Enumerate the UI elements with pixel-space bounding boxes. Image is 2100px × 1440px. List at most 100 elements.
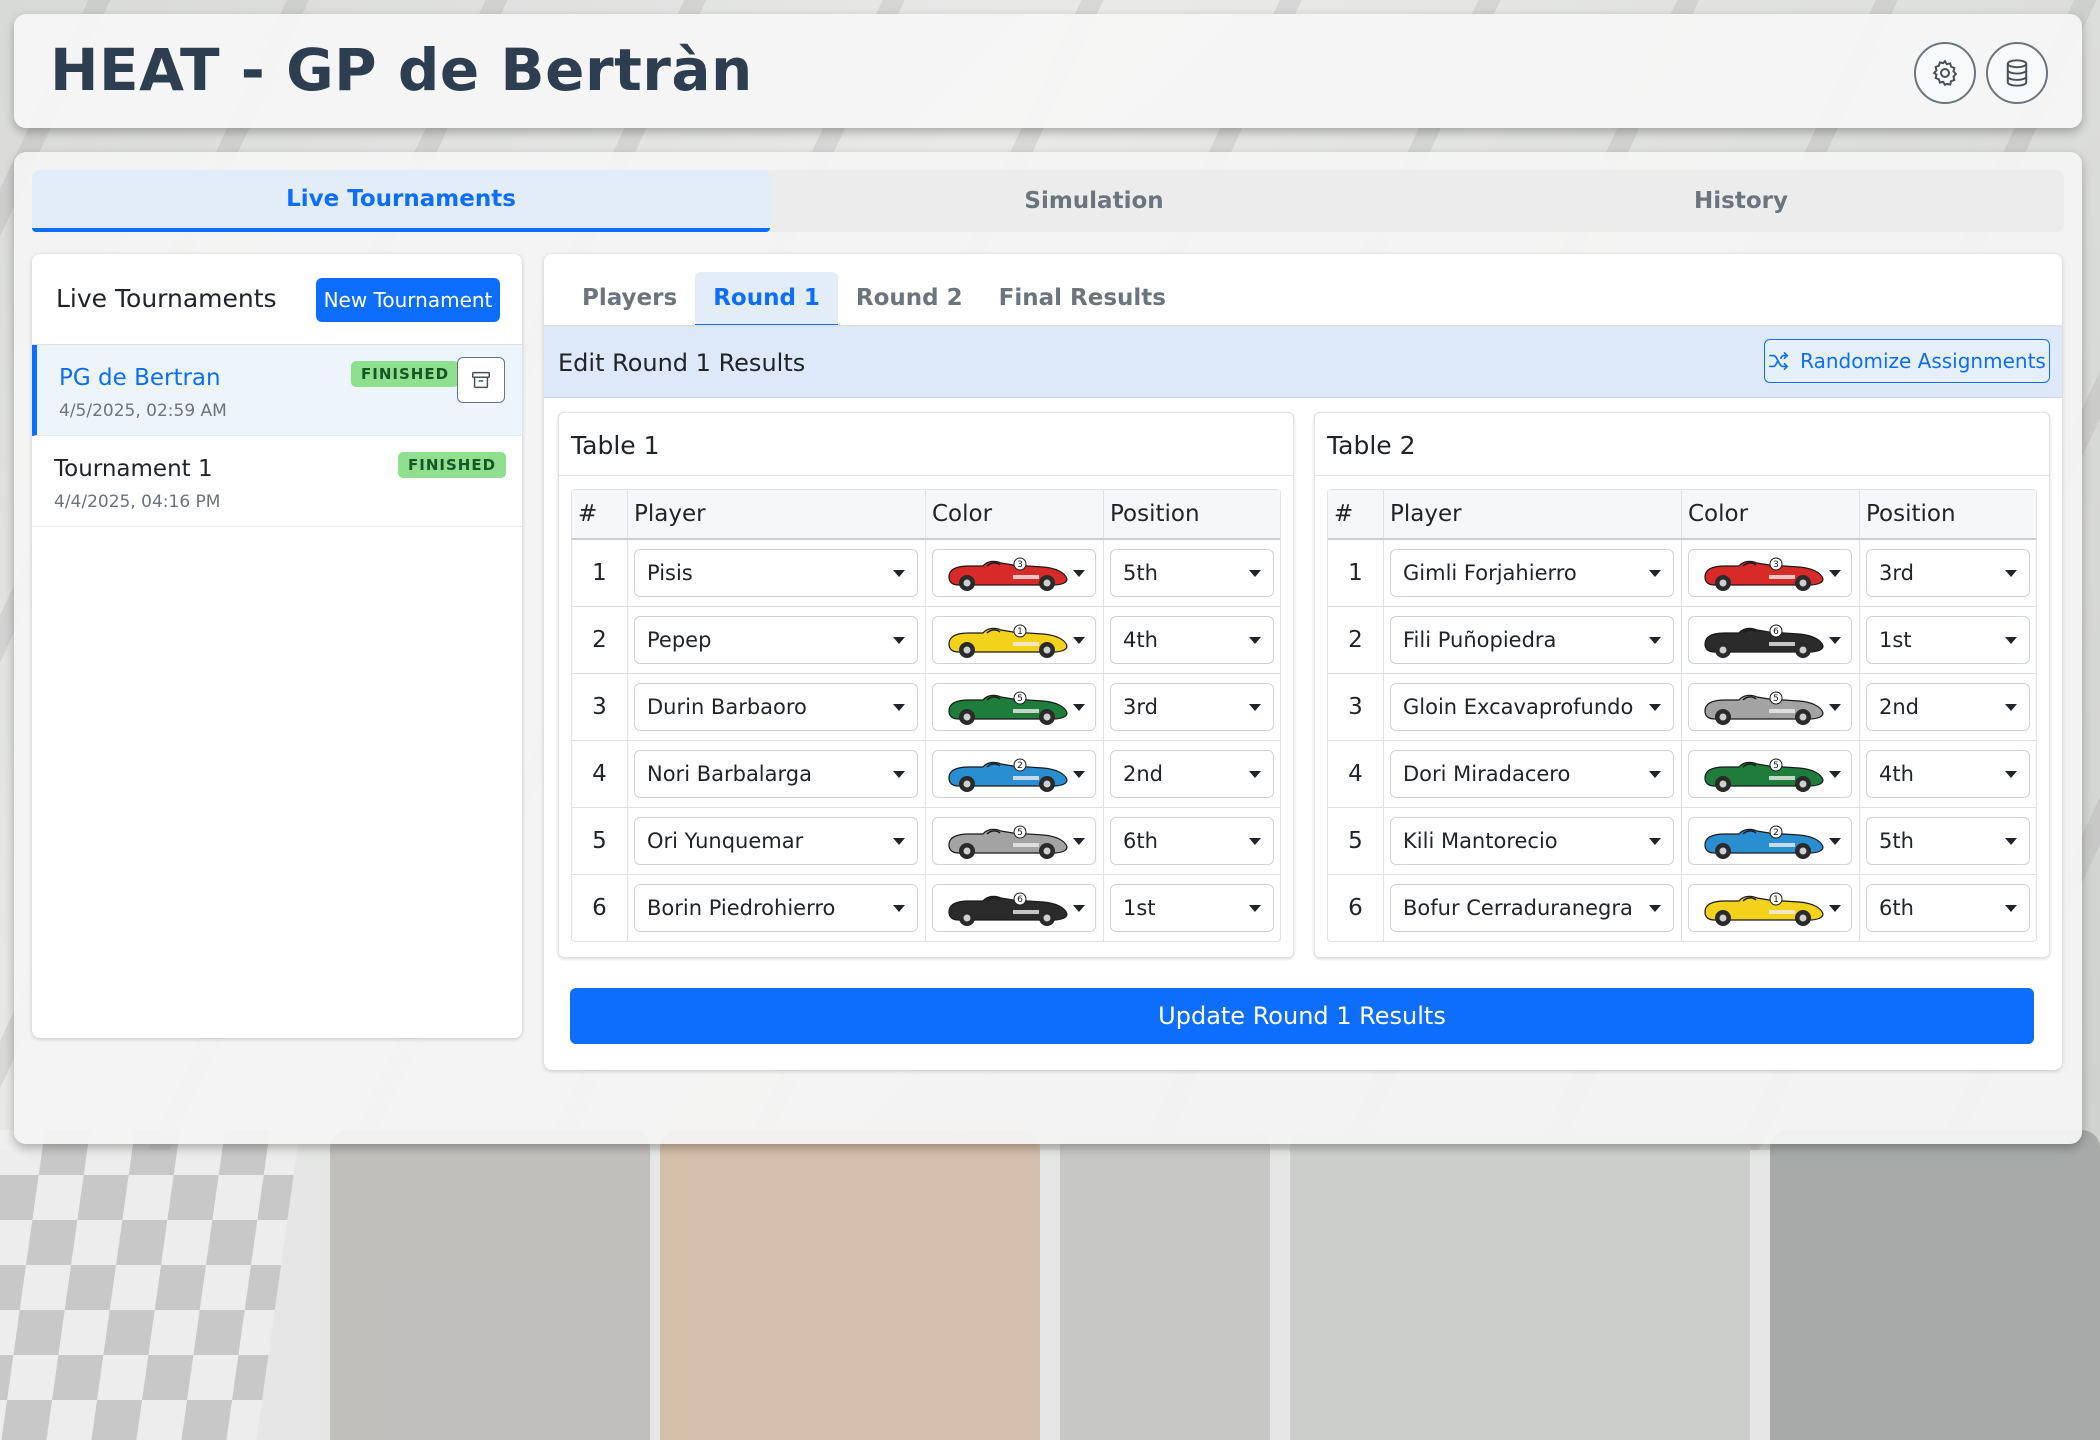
chevron-down-icon bbox=[1249, 637, 1261, 644]
edit-round-bar: Edit Round 1 Results Randomize Assignmen… bbox=[544, 327, 2062, 398]
car-color-select[interactable]: 1 bbox=[1688, 884, 1852, 932]
randomize-assignments-button[interactable]: Randomize Assignments bbox=[1764, 339, 2050, 383]
car-color-select[interactable]: 5 bbox=[1688, 750, 1852, 798]
player-select[interactable]: Kili Mantorecio bbox=[1390, 817, 1674, 865]
position-select[interactable]: 4th bbox=[1866, 750, 2030, 798]
position-select[interactable]: 6th bbox=[1866, 884, 2030, 932]
tab-live-tournaments[interactable]: Live Tournaments bbox=[32, 170, 770, 232]
car-color-select[interactable]: 6 bbox=[932, 884, 1096, 932]
main-tabs: Live Tournaments Simulation History bbox=[32, 170, 2064, 232]
row-number: 2 bbox=[572, 607, 628, 673]
player-select[interactable]: Dori Miradacero bbox=[1390, 750, 1674, 798]
car-color-select[interactable]: 3 bbox=[932, 549, 1096, 597]
subtab-round-2[interactable]: Round 2 bbox=[838, 272, 981, 324]
position-select[interactable]: 2nd bbox=[1110, 750, 1274, 798]
race-car-icon: 2 bbox=[948, 758, 1068, 792]
position-select[interactable]: 2nd bbox=[1866, 683, 2030, 731]
chevron-down-icon bbox=[1249, 570, 1261, 577]
chevron-down-icon bbox=[2005, 637, 2017, 644]
chevron-down-icon bbox=[1073, 704, 1085, 711]
car-color-select[interactable]: 5 bbox=[932, 817, 1096, 865]
chevron-down-icon bbox=[1829, 570, 1841, 577]
tournament-item-pg-de-bertran[interactable]: PG de Bertran 4/5/2025, 02:59 AM FINISHE… bbox=[32, 345, 522, 436]
player-select-value: Gloin Excavaprofundo bbox=[1403, 695, 1634, 719]
player-select[interactable]: Nori Barbalarga bbox=[634, 750, 918, 798]
chevron-down-icon bbox=[893, 704, 905, 711]
tab-history[interactable]: History bbox=[1418, 170, 2064, 232]
chevron-down-icon bbox=[1073, 838, 1085, 845]
position-select[interactable]: 4th bbox=[1110, 616, 1274, 664]
row-number: 3 bbox=[572, 674, 628, 740]
position-select-value: 5th bbox=[1879, 829, 1914, 853]
svg-text:3: 3 bbox=[1017, 560, 1023, 570]
database-button[interactable] bbox=[1986, 42, 2048, 104]
player-select-value: Dori Miradacero bbox=[1403, 762, 1571, 786]
chevron-down-icon bbox=[1073, 771, 1085, 778]
position-select[interactable]: 6th bbox=[1110, 817, 1274, 865]
table-row: 1 Pisis 3 5th bbox=[572, 540, 1280, 607]
tournament-item-tournament-1[interactable]: Tournament 1 4/4/2025, 04:16 PM FINISHED bbox=[32, 436, 522, 527]
position-select[interactable]: 1st bbox=[1866, 616, 2030, 664]
car-color-select[interactable]: 2 bbox=[932, 750, 1096, 798]
player-select[interactable]: Borin Piedrohierro bbox=[634, 884, 918, 932]
car-color-select[interactable]: 1 bbox=[932, 616, 1096, 664]
position-select[interactable]: 3rd bbox=[1866, 549, 2030, 597]
tournament-date: 4/4/2025, 04:16 PM bbox=[54, 492, 221, 512]
table-row: 3 Gloin Excavaprofundo 5 2nd bbox=[1328, 674, 2036, 741]
car-color-select[interactable]: 5 bbox=[1688, 683, 1852, 731]
position-select[interactable]: 5th bbox=[1866, 817, 2030, 865]
player-select[interactable]: Fili Puñopiedra bbox=[1390, 616, 1674, 664]
table-row: 1 Gimli Forjahierro 3 3rd bbox=[1328, 540, 2036, 607]
race-car-icon: 1 bbox=[948, 624, 1068, 658]
position-select[interactable]: 3rd bbox=[1110, 683, 1274, 731]
table-row: 2 Fili Puñopiedra 6 1st bbox=[1328, 607, 2036, 674]
player-select[interactable]: Bofur Cerraduranegra bbox=[1390, 884, 1674, 932]
chevron-down-icon bbox=[1249, 838, 1261, 845]
new-tournament-button[interactable]: New Tournament bbox=[316, 278, 500, 322]
row-number: 2 bbox=[1328, 607, 1384, 673]
grid-header: # Player Color Position bbox=[572, 490, 1280, 540]
tab-simulation[interactable]: Simulation bbox=[770, 170, 1418, 232]
subtab-final-results[interactable]: Final Results bbox=[981, 272, 1184, 324]
chevron-down-icon bbox=[2005, 771, 2017, 778]
update-results-button[interactable]: Update Round 1 Results bbox=[570, 988, 2034, 1044]
subtab-players[interactable]: Players bbox=[564, 272, 695, 324]
svg-text:1: 1 bbox=[1017, 627, 1023, 637]
car-color-select[interactable]: 5 bbox=[932, 683, 1096, 731]
main-card: Live Tournaments Simulation History Live… bbox=[14, 152, 2082, 1144]
chevron-down-icon bbox=[2005, 905, 2017, 912]
chevron-down-icon bbox=[1073, 637, 1085, 644]
player-select[interactable]: Ori Yunquemar bbox=[634, 817, 918, 865]
svg-text:3: 3 bbox=[1773, 560, 1779, 570]
player-select-value: Kili Mantorecio bbox=[1403, 829, 1558, 853]
player-select[interactable]: Gloin Excavaprofundo bbox=[1390, 683, 1674, 731]
table-row: 3 Durin Barbaoro 5 3rd bbox=[572, 674, 1280, 741]
settings-button[interactable] bbox=[1914, 42, 1976, 104]
player-select[interactable]: Gimli Forjahierro bbox=[1390, 549, 1674, 597]
car-color-select[interactable]: 6 bbox=[1688, 616, 1852, 664]
col-header-player: Player bbox=[628, 490, 926, 538]
player-select[interactable]: Pepep bbox=[634, 616, 918, 664]
chevron-down-icon bbox=[893, 905, 905, 912]
col-header-position: Position bbox=[1866, 501, 1956, 527]
car-color-select[interactable]: 2 bbox=[1688, 817, 1852, 865]
chevron-down-icon bbox=[1649, 771, 1661, 778]
archive-icon bbox=[472, 371, 490, 389]
round-editor-panel: Players Round 1 Round 2 Final Results Ed… bbox=[544, 254, 2062, 1070]
table-row: 6 Bofur Cerraduranegra 1 6th bbox=[1328, 875, 2036, 941]
table-card-2: Table 2 # Player Color Position 1 Gimli … bbox=[1314, 412, 2050, 958]
player-select[interactable]: Pisis bbox=[634, 549, 918, 597]
col-header-player: Player bbox=[1384, 490, 1682, 538]
player-select-value: Nori Barbalarga bbox=[647, 762, 812, 786]
car-color-select[interactable]: 3 bbox=[1688, 549, 1852, 597]
position-select[interactable]: 5th bbox=[1110, 549, 1274, 597]
chevron-down-icon bbox=[1249, 704, 1261, 711]
archive-button[interactable] bbox=[457, 357, 505, 403]
database-icon bbox=[2006, 59, 2028, 87]
table-row: 4 Dori Miradacero 5 4th bbox=[1328, 741, 2036, 808]
race-car-icon: 5 bbox=[1704, 691, 1824, 725]
svg-text:5: 5 bbox=[1773, 761, 1779, 771]
position-select[interactable]: 1st bbox=[1110, 884, 1274, 932]
player-select[interactable]: Durin Barbaoro bbox=[634, 683, 918, 731]
subtab-round-1[interactable]: Round 1 bbox=[695, 272, 838, 327]
